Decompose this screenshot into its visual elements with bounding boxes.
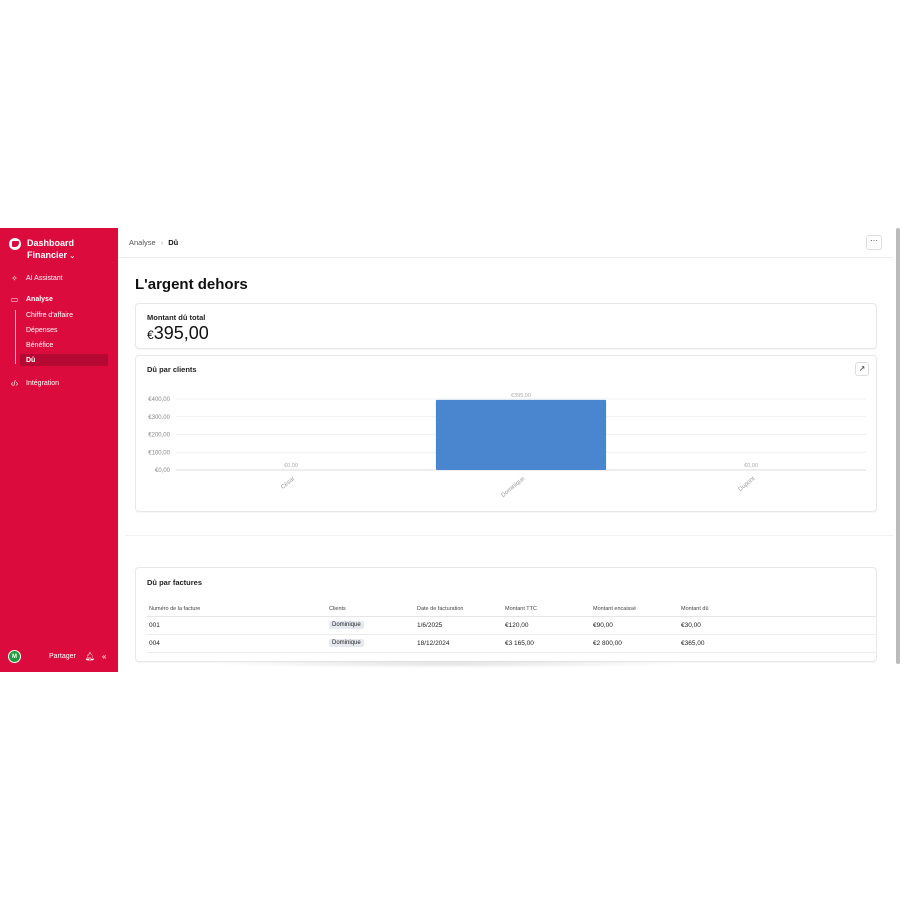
kpi-value: €395,00 — [147, 323, 209, 344]
cell-amount-due: €30,00 — [679, 616, 877, 635]
sidebar-item-analyse[interactable]: ▭ Analyse — [10, 295, 53, 304]
app-window: Dashboard Financier ⌄ ✧ AI Assistant ▭ An… — [0, 228, 900, 672]
table-row[interactable]: 004 Dominique 18/12/2024 €3 165,00 €2 80… — [147, 634, 877, 653]
column-header[interactable]: Date de facturation — [415, 603, 503, 617]
share-button[interactable]: Partager — [49, 653, 76, 660]
cell-invoice-number: 001 — [147, 616, 327, 635]
scrollbar[interactable] — [896, 228, 900, 664]
sparkle-icon: ✧ — [11, 274, 18, 283]
invoices-table: Numéro de la facture Clients Date de fac… — [147, 603, 877, 653]
client-badge: Dominique — [329, 639, 364, 647]
sidebar-subitem-du[interactable]: Dû — [26, 357, 35, 364]
logo-icon — [9, 238, 21, 250]
breadcrumb-item-analyse[interactable]: Analyse — [129, 238, 156, 247]
column-header[interactable]: Montant encaissé — [591, 603, 679, 617]
breadcrumb: Analyse › Dû — [129, 238, 178, 247]
app-title-line2: Financier — [27, 250, 68, 260]
main-content: Analyse › Dû ··· L'argent dehors Montant d… — [118, 228, 900, 672]
column-header[interactable]: Clients — [327, 603, 415, 617]
cell-amount-ttc: €3 165,00 — [503, 634, 591, 653]
app-title: Dashboard Financier ⌄ — [27, 237, 76, 262]
sidebar-item-label: Analyse — [26, 296, 53, 303]
sidebar: Dashboard Financier ⌄ ✧ AI Assistant ▭ An… — [0, 228, 118, 672]
page-title: L'argent dehors — [135, 276, 248, 293]
breadcrumb-item-current: Dû — [168, 238, 179, 247]
top-bar: Analyse › Dû ··· — [118, 228, 894, 258]
sidebar-subitem-depenses[interactable]: Dépenses — [26, 327, 58, 334]
y-tick-label: €0,00 — [155, 468, 171, 474]
column-header[interactable]: Montant TTC — [503, 603, 591, 617]
x-tick-label: Dupont — [738, 476, 757, 493]
y-tick-label: €400,00 — [148, 397, 170, 403]
x-tick-label: Dominique — [500, 476, 526, 499]
sidebar-subitem-benefice[interactable]: Bénéfice — [26, 342, 53, 349]
cell-client: Dominique — [327, 634, 415, 653]
scroll-shadow — [208, 660, 688, 668]
chart-card: Dû par clients ↗ €0,00 €100,00 €200,00 €300… — [135, 355, 877, 512]
sidebar-item-label: Intégration — [26, 380, 60, 387]
chevron-right-icon: › — [160, 238, 164, 247]
kpi-amount: 395,00 — [153, 323, 209, 343]
sidebar-subitem-chiffre[interactable]: Chiffre d'affaire — [26, 312, 73, 319]
cell-invoice-number: 004 — [147, 634, 327, 653]
data-label: €0,00 — [284, 463, 298, 469]
y-tick-label: €200,00 — [148, 433, 170, 439]
section-divider — [125, 535, 893, 536]
code-icon: ‹/› — [10, 379, 19, 388]
invoices-card: Dû par factures Numéro de la facture Cli… — [135, 567, 877, 662]
cell-client: Dominique — [327, 616, 415, 635]
column-header[interactable]: Montant dû — [679, 603, 877, 617]
x-tick-label: César — [280, 476, 296, 491]
data-label: €395,00 — [511, 393, 531, 399]
kpi-label: Montant dû total — [147, 313, 206, 322]
bar — [435, 399, 607, 470]
sidebar-item-integration[interactable]: ‹/› Intégration — [10, 379, 59, 388]
sidebar-footer: M Partager 🔔︎ « — [8, 650, 112, 663]
cell-amount-ttc: €120,00 — [503, 616, 591, 635]
sidebar-item-ai-assistant[interactable]: ✧ AI Assistant — [10, 274, 63, 283]
y-tick-label: €100,00 — [148, 450, 170, 456]
cell-amount-collected: €90,00 — [591, 616, 679, 635]
chevron-down-icon[interactable]: ⌄ — [69, 251, 76, 260]
bell-icon[interactable]: 🔔︎ — [85, 652, 95, 661]
sidebar-item-label: AI Assistant — [26, 275, 63, 282]
brand[interactable]: Dashboard Financier ⌄ — [9, 237, 76, 262]
kpi-currency: € — [147, 328, 154, 342]
bar-chart: €0,00 €100,00 €200,00 €300,00 €400,00 €0,00 Cé… — [148, 393, 866, 499]
client-badge: Dominique — [329, 621, 364, 629]
data-label: €0,00 — [744, 463, 758, 469]
folder-icon: ▭ — [10, 295, 19, 304]
invoices-title: Dû par factures — [147, 578, 203, 587]
cell-date: 1/6/2025 — [415, 616, 503, 635]
cell-date: 18/12/2024 — [415, 634, 503, 653]
column-header[interactable]: Numéro de la facture — [147, 603, 327, 617]
y-tick-label: €300,00 — [148, 415, 170, 421]
app-title-line1: Dashboard — [27, 238, 75, 248]
table-header-row: Numéro de la facture Clients Date de fac… — [147, 603, 877, 617]
collapse-sidebar-icon[interactable]: « — [102, 652, 106, 661]
table-row[interactable]: 001 Dominique 1/6/2025 €120,00 €90,00 €3… — [147, 616, 877, 635]
cell-amount-due: €365,00 — [679, 634, 877, 653]
avatar[interactable]: M — [8, 650, 21, 663]
kpi-card: Montant dû total €395,00 — [135, 303, 877, 349]
cell-amount-collected: €2 800,00 — [591, 634, 679, 653]
subnav-guide — [15, 310, 16, 364]
more-options-button[interactable]: ··· — [866, 235, 882, 250]
